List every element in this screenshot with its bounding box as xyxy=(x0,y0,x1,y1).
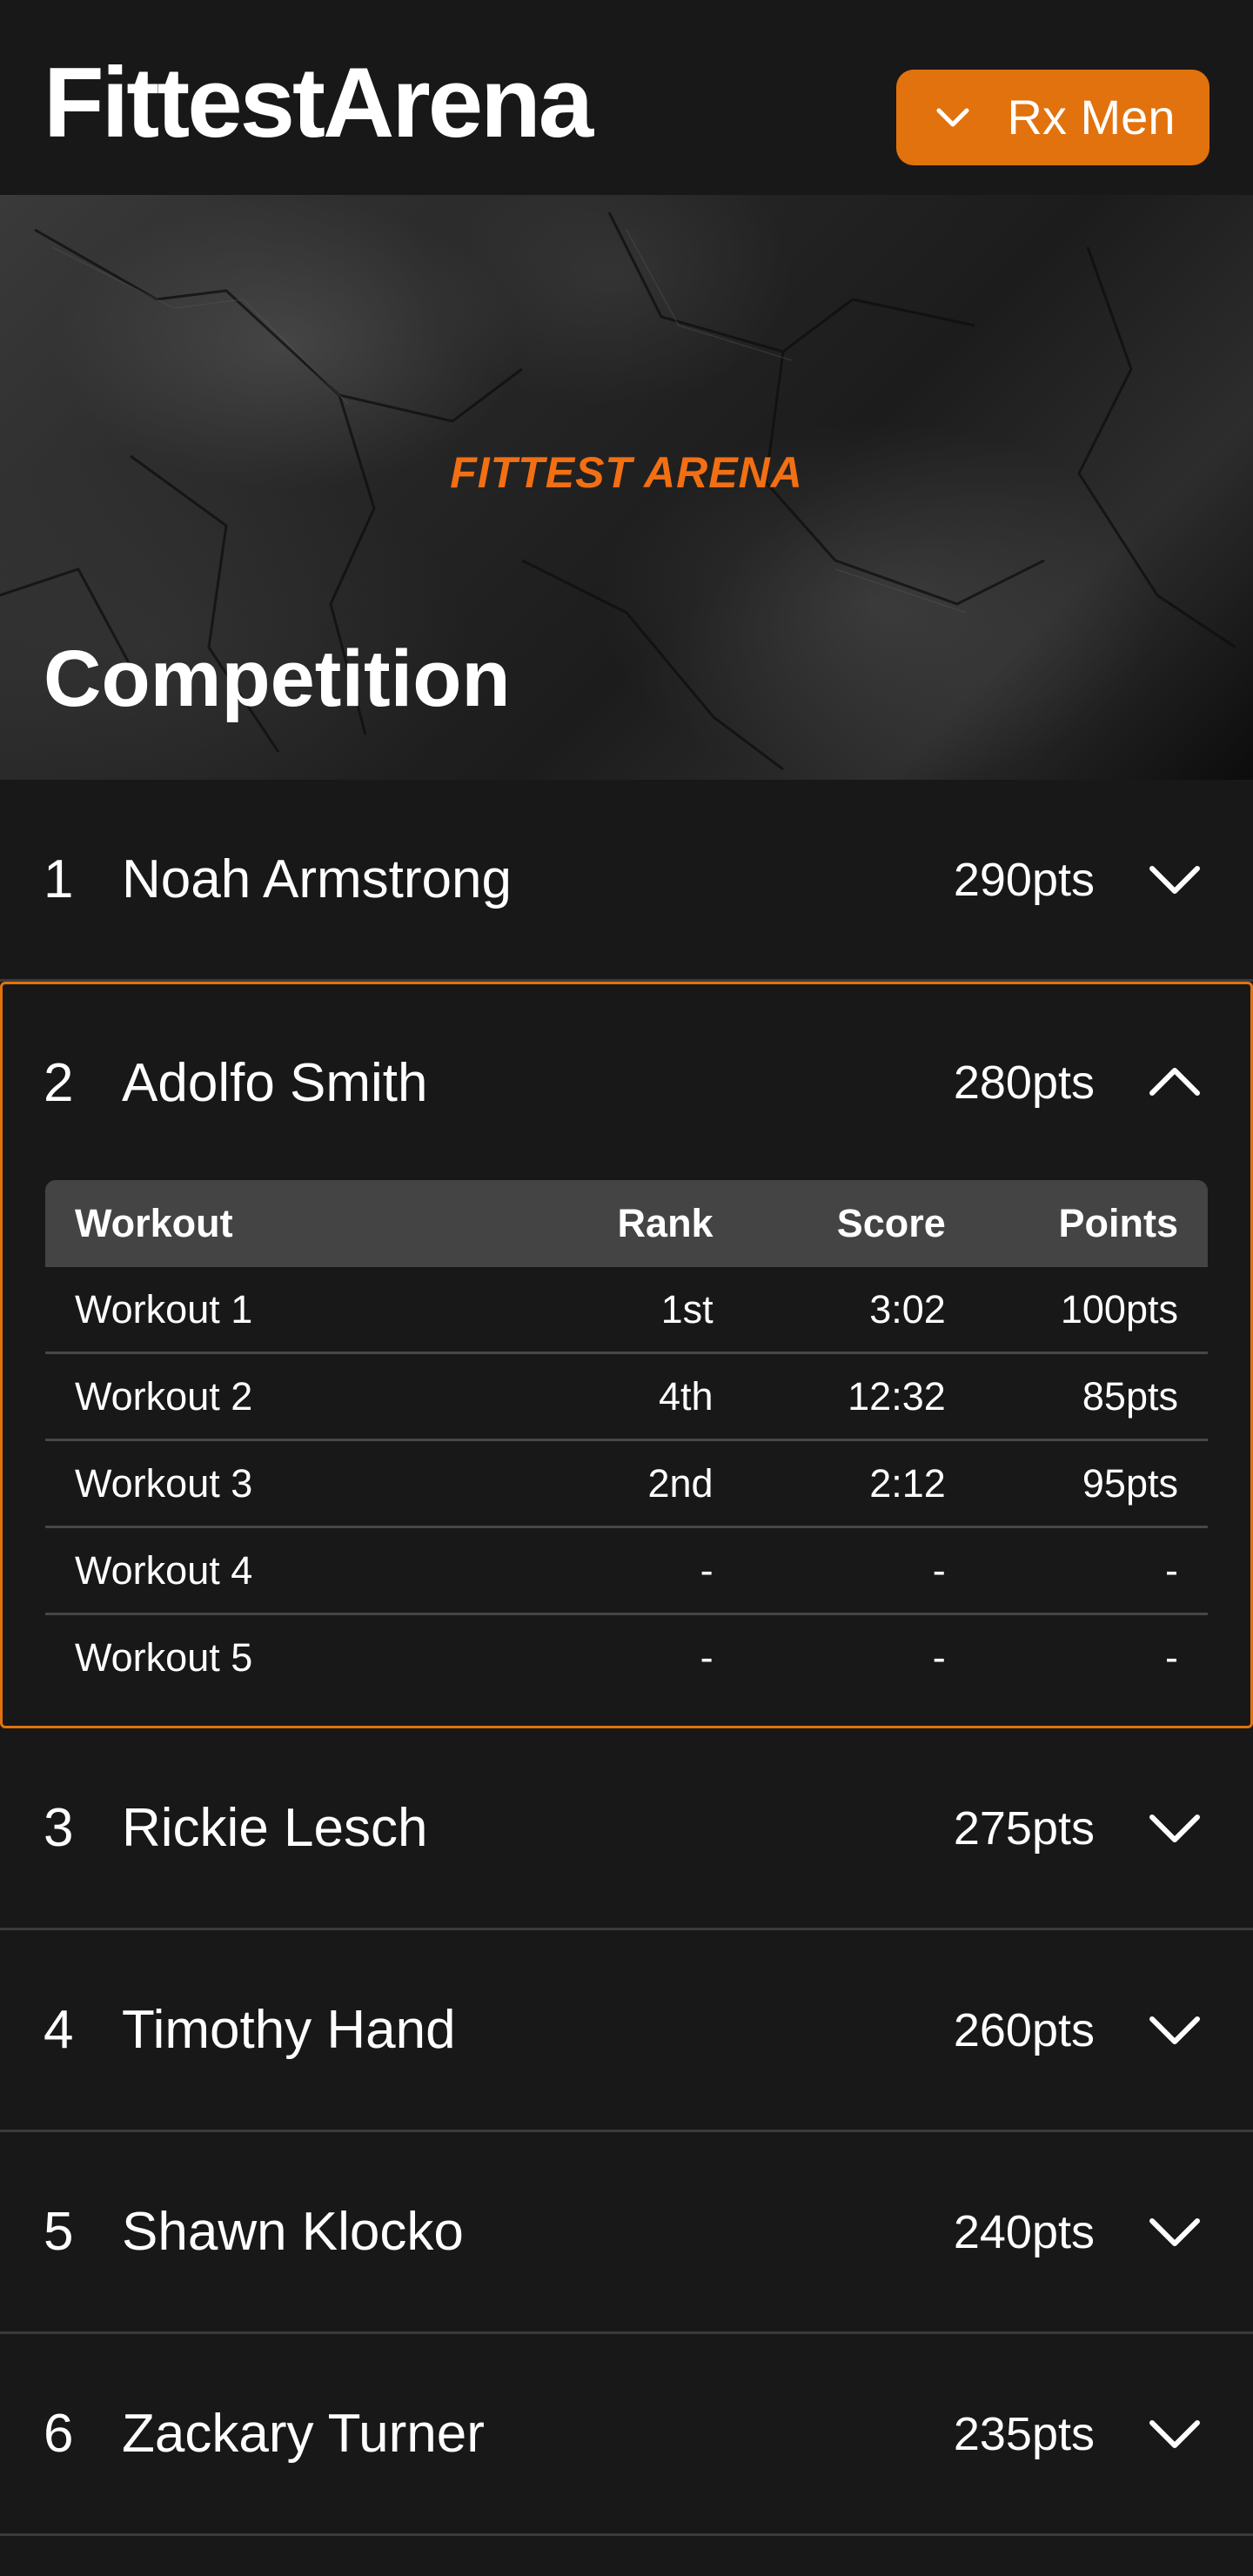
table-row: Workout 4 - - - xyxy=(45,1526,1208,1615)
athlete-rank: 6 xyxy=(44,2404,74,2464)
leaderboard-row-expanded[interactable]: 2 Adolfo Smith 280pts Workout Rank Score xyxy=(0,982,1253,1728)
brand-logo[interactable]: FittestArena xyxy=(44,54,593,153)
rank-cell: 2nd xyxy=(510,1439,743,1528)
chevron-down-icon[interactable] xyxy=(1147,856,1203,903)
table-row: Workout 2 4th 12:32 85pts xyxy=(45,1352,1208,1441)
points-cell: 100pts xyxy=(975,1267,1208,1354)
leaderboard-row[interactable]: 4 Timothy Hand 260pts xyxy=(0,1930,1253,2132)
athlete-name: Timothy Hand xyxy=(122,2000,456,2060)
rank-cell: 1st xyxy=(510,1267,743,1354)
app-root: FittestArena Rx Men FITTEST ARENA Compet… xyxy=(0,0,1253,2576)
score-cell: 12:32 xyxy=(742,1352,975,1441)
table-row: Workout 1 1st 3:02 100pts xyxy=(45,1267,1208,1354)
rank-cell: 4th xyxy=(510,1352,743,1441)
athlete-rank: 4 xyxy=(44,2000,74,2060)
leaderboard-row[interactable]: 1 Noah Armstrong 290pts xyxy=(0,780,1253,982)
athlete-name: Rickie Lesch xyxy=(122,1798,428,1858)
athlete-points: 275pts xyxy=(953,1801,1095,1855)
column-header-rank: Rank xyxy=(510,1180,743,1267)
athlete-points: 240pts xyxy=(953,2205,1095,2258)
workout-cell: Workout 4 xyxy=(45,1526,511,1615)
athlete-points: 290pts xyxy=(953,853,1095,906)
athlete-rank: 1 xyxy=(44,849,74,909)
score-cell: - xyxy=(742,1526,975,1615)
athlete-rank: 3 xyxy=(44,1798,74,1858)
chevron-down-icon[interactable] xyxy=(1147,2209,1203,2256)
chevron-down-icon[interactable] xyxy=(1147,2007,1203,2054)
top-bar: FittestArena Rx Men xyxy=(0,0,1253,195)
rank-cell: - xyxy=(700,1634,714,1680)
column-header-score: Score xyxy=(742,1180,975,1267)
table-header-row: Workout Rank Score Points xyxy=(45,1180,1208,1267)
workout-cell: Workout 5 xyxy=(75,1634,253,1680)
column-header-workout: Workout xyxy=(45,1180,511,1267)
athlete-rank: 5 xyxy=(44,2202,74,2262)
workout-results: Workout Rank Score Points Workout 1 1st … xyxy=(45,1180,1208,1700)
workout-cell: Workout 2 xyxy=(45,1352,511,1441)
workout-cell: Workout 1 xyxy=(45,1267,511,1354)
rank-cell: - xyxy=(510,1526,743,1615)
athlete-points: 260pts xyxy=(953,2003,1095,2056)
points-cell: - xyxy=(1165,1634,1178,1680)
athlete-name: Zackary Turner xyxy=(122,2404,485,2464)
hero-banner: FITTEST ARENA Competition xyxy=(0,195,1253,780)
points-cell: 85pts xyxy=(975,1352,1208,1441)
athlete-name: Adolfo Smith xyxy=(122,1052,428,1113)
hero-logo-text: FITTEST ARENA xyxy=(450,448,803,497)
chevron-down-icon xyxy=(936,108,969,127)
score-cell: 3:02 xyxy=(742,1267,975,1354)
table-row: Workout 3 2nd 2:12 95pts xyxy=(45,1439,1208,1528)
chevron-down-icon[interactable] xyxy=(1147,1805,1203,1852)
leaderboard: 1 Noah Armstrong 290pts 2 Adolfo Smith 2… xyxy=(0,780,1253,2536)
athlete-points: 280pts xyxy=(953,1057,1095,1109)
score-cell: 2:12 xyxy=(742,1439,975,1528)
workout-results-table: Workout Rank Score Points Workout 1 1st … xyxy=(45,1180,1208,1700)
chevron-up-icon[interactable] xyxy=(1147,1058,1203,1105)
division-label: Rx Men xyxy=(1007,90,1176,144)
table-row: Workout 5 - - - xyxy=(45,1614,1208,1701)
column-header-points: Points xyxy=(975,1180,1208,1267)
page-title: Competition xyxy=(44,634,511,723)
leaderboard-row[interactable]: 3 Rickie Lesch 275pts xyxy=(0,1728,1253,1930)
athlete-name: Shawn Klocko xyxy=(122,2202,464,2262)
athlete-name: Noah Armstrong xyxy=(122,849,512,909)
leaderboard-row[interactable]: 6 Zackary Turner 235pts xyxy=(0,2334,1253,2536)
score-cell: - xyxy=(932,1634,946,1680)
athlete-points: 235pts xyxy=(953,2407,1095,2460)
division-select-button[interactable]: Rx Men xyxy=(896,70,1209,165)
athlete-rank: 2 xyxy=(44,1052,74,1113)
leaderboard-row[interactable]: 5 Shawn Klocko 240pts xyxy=(0,2132,1253,2334)
points-cell: 95pts xyxy=(975,1439,1208,1528)
chevron-down-icon[interactable] xyxy=(1147,2411,1203,2458)
workout-cell: Workout 3 xyxy=(45,1439,511,1528)
points-cell: - xyxy=(975,1526,1208,1615)
